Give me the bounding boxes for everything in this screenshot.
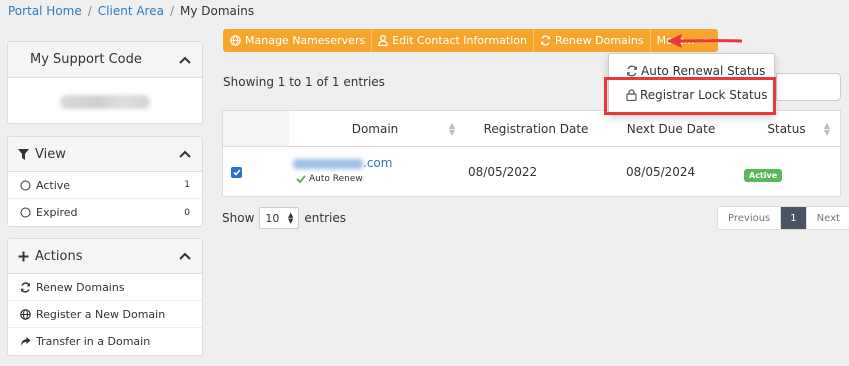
column-header-next-due-date[interactable]: Next Due Date — [611, 111, 731, 147]
row-checkbox[interactable] — [231, 167, 242, 178]
domain-header-label: Domain — [351, 121, 399, 136]
breadcrumb-separator: / — [169, 4, 174, 18]
view-item-count: 0 — [184, 207, 190, 218]
filter-icon — [18, 148, 29, 160]
view-title: View — [35, 146, 66, 162]
annotation-arrow — [667, 34, 743, 48]
support-code-panel: My Support Code — [7, 41, 203, 124]
view-item-expired[interactable]: Expired 0 — [8, 199, 202, 226]
view-item-label: Active — [36, 178, 71, 192]
renew-domains-label: Renew Domains — [554, 34, 644, 47]
breadcrumb: Portal Home / Client Area / My Domains — [8, 4, 254, 18]
page-length-select[interactable]: 10 ▲ ▼ — [259, 207, 300, 229]
renew-domains-button[interactable]: Renew Domains — [534, 29, 651, 52]
circle-icon — [20, 180, 31, 191]
refresh-icon — [540, 35, 551, 46]
chevron-up-icon[interactable] — [178, 53, 192, 67]
view-panel: View Active 1 Expired 0 — [7, 136, 203, 227]
view-item-label: Expired — [36, 206, 78, 219]
annotation-highlight-box — [604, 77, 776, 115]
next-due-date-header-label: Next Due Date — [626, 121, 716, 136]
registration-date-cell: 08/05/2022 — [468, 165, 538, 179]
actions-header[interactable]: Actions — [8, 239, 202, 274]
status-cell: Active — [744, 167, 783, 182]
support-code-title: My Support Code — [30, 52, 142, 67]
entries-label: entries — [304, 211, 346, 225]
column-header-registration-date[interactable]: Registration Date — [461, 111, 611, 147]
search-input[interactable] — [776, 73, 841, 101]
refresh-icon — [626, 65, 638, 77]
action-transfer-domain[interactable]: Transfer in a Domain — [8, 328, 202, 355]
manage-nameservers-button[interactable]: Manage Nameservers — [223, 29, 373, 52]
globe-icon — [230, 35, 241, 46]
edit-contact-button[interactable]: Edit Contact Information — [372, 29, 534, 52]
breadcrumb-separator: / — [87, 4, 92, 18]
breadcrumb-client-area[interactable]: Client Area — [98, 4, 164, 18]
pagination-page[interactable]: 1 — [781, 207, 807, 229]
chevron-up-icon[interactable] — [178, 249, 192, 263]
updown-icon: ▲ ▼ — [288, 211, 294, 225]
edit-contact-label: Edit Contact Information — [392, 34, 527, 47]
pagination-previous[interactable]: Previous — [718, 207, 782, 229]
bulk-actions-toolbar: Manage Nameservers Edit Contact Informat… — [223, 29, 719, 52]
refresh-icon — [20, 281, 31, 293]
actions-panel: Actions Renew Domains Register a New Dom… — [7, 238, 203, 356]
status-badge: Active — [744, 169, 783, 182]
share-icon — [20, 336, 31, 347]
page-length-value: 10 — [265, 211, 280, 225]
menu-item-label: Auto Renewal Status — [641, 64, 766, 78]
globe-icon — [20, 308, 31, 320]
support-code-header[interactable]: My Support Code — [8, 42, 202, 78]
circle-icon — [20, 207, 31, 218]
auto-renew-label: Auto Renew — [309, 174, 363, 184]
action-label: Renew Domains — [36, 280, 125, 294]
user-icon — [378, 35, 389, 46]
domain-link[interactable]: .com — [293, 156, 392, 170]
sort-icon: ▲ ▼ — [448, 121, 455, 137]
plus-icon — [18, 251, 29, 262]
breadcrumb-current: My Domains — [180, 4, 255, 18]
actions-title: Actions — [35, 248, 83, 264]
column-header-domain[interactable]: Domain ▲ ▼ — [289, 111, 461, 147]
check-icon — [296, 175, 306, 183]
action-renew-domains[interactable]: Renew Domains — [8, 274, 202, 301]
chevron-up-icon[interactable] — [178, 147, 192, 161]
view-item-count: 1 — [184, 180, 190, 190]
action-label: Register a New Domain — [36, 307, 166, 321]
menu-item-auto-renewal-status[interactable]: Auto Renewal Status — [626, 64, 765, 78]
table-info: Showing 1 to 1 of 1 entries — [223, 75, 385, 89]
auto-renew-indicator: Auto Renew — [296, 174, 363, 184]
status-header-label: Status — [767, 121, 806, 136]
pagination: Previous 1 Next — [717, 206, 849, 230]
domains-table: Domain ▲ ▼ Registration Date Next Due Dat… — [222, 110, 842, 197]
view-header[interactable]: View — [8, 137, 202, 172]
show-label: Show — [222, 211, 255, 225]
action-label: Transfer in a Domain — [36, 335, 151, 348]
column-header-status[interactable]: Status ▲ ▼ — [731, 111, 842, 147]
action-register-domain[interactable]: Register a New Domain — [8, 301, 202, 328]
sort-icon: ▲ ▼ — [823, 121, 830, 137]
view-item-active[interactable]: Active 1 — [8, 172, 202, 199]
next-due-date-cell: 08/05/2024 — [626, 165, 696, 179]
support-code-value — [8, 78, 202, 109]
breadcrumb-portal-home[interactable]: Portal Home — [8, 4, 82, 18]
domain-suffix: .com — [363, 156, 393, 170]
select-all-header[interactable] — [223, 111, 289, 147]
pagination-next[interactable]: Next — [807, 207, 849, 229]
registration-date-header-label: Registration Date — [483, 121, 589, 136]
manage-nameservers-label: Manage Nameservers — [245, 34, 366, 47]
page-length-control: Show 10 ▲ ▼ entries — [222, 207, 346, 229]
